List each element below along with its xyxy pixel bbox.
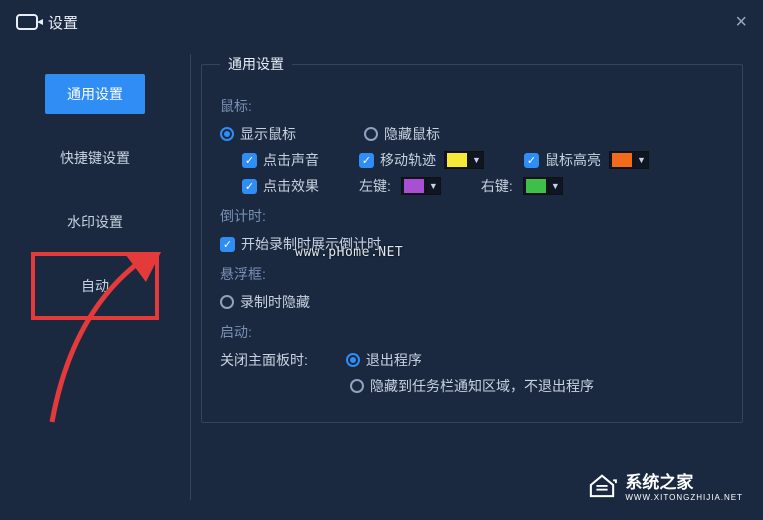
checkbox-icon: [359, 153, 374, 168]
radio-dot-icon: [220, 295, 234, 309]
radio-dot-icon: [364, 127, 378, 141]
color-picker-highlight[interactable]: ▼: [609, 151, 649, 169]
general-group: 通用设置 鼠标: 显示鼠标 隐藏鼠标 点击声音: [201, 54, 743, 423]
check-label: 开始录制时展示倒计时: [241, 234, 381, 254]
radio-label: 退出程序: [366, 350, 422, 370]
check-move-trail[interactable]: 移动轨迹: [359, 150, 436, 170]
color-swatch: [526, 179, 546, 193]
checkbox-icon: [242, 153, 257, 168]
sidebar: 通用设置 快捷键设置 水印设置 自动: [0, 44, 190, 520]
close-panel-label: 关闭主面板时:: [220, 350, 308, 370]
check-label: 点击效果: [263, 176, 319, 196]
startup-section-label: 启动:: [220, 322, 724, 342]
group-legend: 通用设置: [220, 54, 292, 74]
sidebar-item-general[interactable]: 通用设置: [45, 74, 145, 114]
radio-dot-icon: [346, 353, 360, 367]
radio-hide-mouse[interactable]: 隐藏鼠标: [364, 124, 440, 144]
checkbox-icon: [524, 153, 539, 168]
window-title: 设置: [48, 12, 78, 33]
check-start-countdown[interactable]: 开始录制时展示倒计时: [220, 234, 381, 254]
check-mouse-highlight[interactable]: 鼠标高亮: [524, 150, 601, 170]
color-swatch: [612, 153, 632, 167]
titlebar: 设置 ×: [0, 0, 763, 44]
check-label: 点击声音: [263, 150, 319, 170]
content-pane: 通用设置 鼠标: 显示鼠标 隐藏鼠标 点击声音: [191, 44, 763, 520]
color-swatch: [404, 179, 424, 193]
radio-hide-on-record[interactable]: 录制时隐藏: [220, 292, 310, 312]
chevron-down-icon: ▼: [426, 178, 440, 194]
color-picker-trail[interactable]: ▼: [444, 151, 484, 169]
radio-label: 录制时隐藏: [240, 292, 310, 312]
radio-show-mouse[interactable]: 显示鼠标: [220, 124, 296, 144]
chevron-down-icon: ▼: [469, 152, 483, 168]
color-picker-left[interactable]: ▼: [401, 177, 441, 195]
check-label: 移动轨迹: [380, 150, 436, 170]
radio-dot-icon: [220, 127, 234, 141]
radio-label: 隐藏到任务栏通知区域，不退出程序: [370, 376, 594, 396]
sidebar-item-watermark[interactable]: 水印设置: [45, 202, 145, 242]
close-icon[interactable]: ×: [735, 12, 747, 32]
chevron-down-icon: ▼: [634, 152, 648, 168]
color-swatch: [447, 153, 467, 167]
color-picker-right[interactable]: ▼: [523, 177, 563, 195]
sidebar-item-auto[interactable]: 自动: [45, 266, 145, 306]
sidebar-item-shortcuts[interactable]: 快捷键设置: [45, 138, 145, 178]
left-button-label: 左键:: [359, 176, 391, 196]
chevron-down-icon: ▼: [548, 178, 562, 194]
check-label: 鼠标高亮: [545, 150, 601, 170]
check-click-effect[interactable]: 点击效果: [242, 176, 319, 196]
radio-dot-icon: [350, 379, 364, 393]
right-button-label: 右键:: [481, 176, 513, 196]
radio-tray[interactable]: 隐藏到任务栏通知区域，不退出程序: [350, 376, 594, 396]
radio-label: 隐藏鼠标: [384, 124, 440, 144]
floating-section-label: 悬浮框:: [220, 264, 724, 284]
countdown-section-label: 倒计时:: [220, 206, 724, 226]
radio-exit[interactable]: 退出程序: [346, 350, 422, 370]
camera-icon: [16, 14, 38, 30]
mouse-section-label: 鼠标:: [220, 96, 724, 116]
radio-label: 显示鼠标: [240, 124, 296, 144]
check-click-sound[interactable]: 点击声音: [242, 150, 319, 170]
checkbox-icon: [220, 237, 235, 252]
checkbox-icon: [242, 179, 257, 194]
